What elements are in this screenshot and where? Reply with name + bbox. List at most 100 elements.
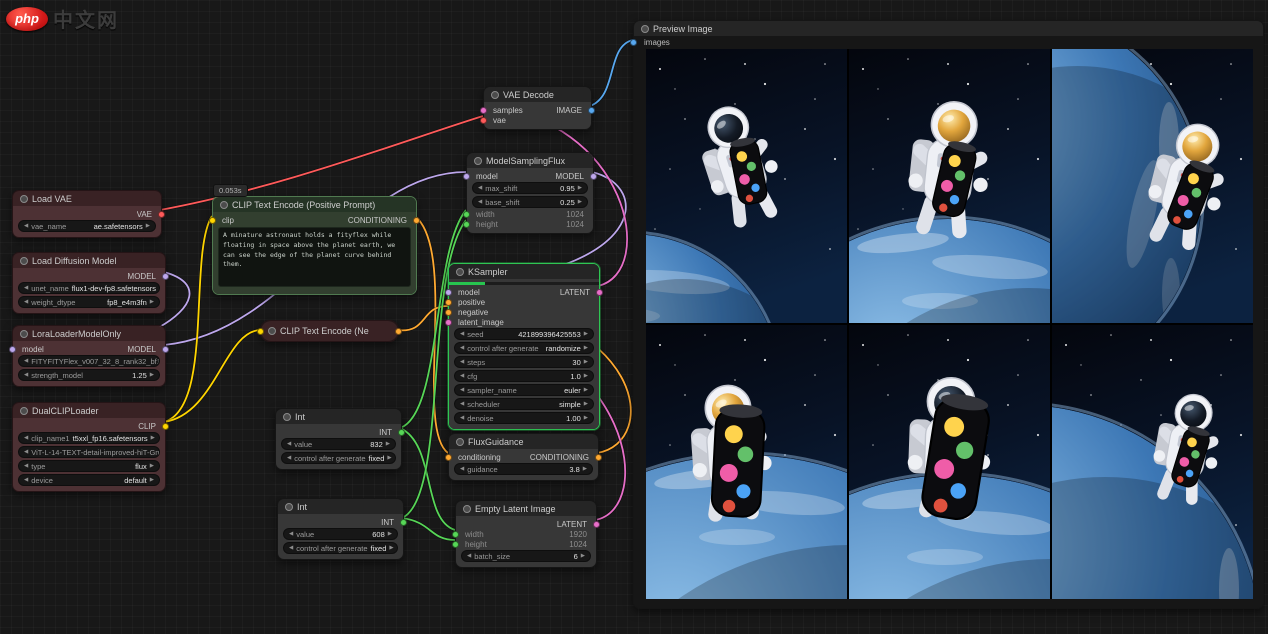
widget-control-after-generate[interactable]: ◀control after generaterandomize▶ [454, 342, 594, 354]
input-port-images[interactable] [630, 39, 637, 46]
decrement-arrow-icon[interactable]: ◀ [24, 449, 28, 455]
increment-arrow-icon[interactable]: ▶ [584, 401, 588, 407]
increment-arrow-icon[interactable]: ▶ [578, 199, 582, 205]
widget-steps[interactable]: ◀steps30▶ [454, 356, 594, 368]
increment-arrow-icon[interactable]: ▶ [387, 455, 391, 461]
increment-arrow-icon[interactable]: ▶ [584, 387, 588, 393]
node-ksampler[interactable]: KSamplermodelLATENTpositivenegativelaten… [448, 263, 600, 430]
decrement-arrow-icon[interactable]: ◀ [24, 285, 28, 291]
collapse-dot-icon[interactable] [220, 201, 228, 209]
collapse-dot-icon[interactable] [456, 438, 464, 446]
widget-guidance[interactable]: ◀guidance3.8▶ [454, 463, 593, 475]
decrement-arrow-icon[interactable]: ◀ [24, 372, 28, 378]
decrement-arrow-icon[interactable]: ◀ [24, 358, 28, 364]
decrement-arrow-icon[interactable]: ◀ [460, 415, 464, 421]
node-graph-canvas[interactable]: php 中文网 Load VAEVAE◀vae_nameae.safetenso… [0, 0, 1268, 634]
increment-arrow-icon[interactable]: ▶ [578, 185, 582, 191]
increment-arrow-icon[interactable]: ▶ [583, 466, 587, 472]
increment-arrow-icon[interactable]: ▶ [150, 372, 154, 378]
node-lora-loader-model-only[interactable]: LoraLoaderModelOnlymodelMODEL◀FITYFITYFl… [12, 325, 166, 387]
widget-control-after-generate[interactable]: ◀control after generatefixed▶ [283, 542, 398, 554]
decrement-arrow-icon[interactable]: ◀ [24, 299, 28, 305]
node-header[interactable]: Int [276, 409, 401, 424]
collapse-dot-icon[interactable] [641, 25, 649, 33]
node-header[interactable]: LoraLoaderModelOnly [13, 326, 165, 341]
increment-arrow-icon[interactable]: ▶ [581, 553, 585, 559]
node-load-vae[interactable]: Load VAEVAE◀vae_nameae.safetensors▶ [12, 190, 162, 238]
decrement-arrow-icon[interactable]: ◀ [24, 463, 28, 469]
widget-batch-size[interactable]: ◀batch_size6▶ [461, 550, 591, 562]
increment-arrow-icon[interactable]: ▶ [584, 331, 588, 337]
increment-arrow-icon[interactable]: ▶ [146, 223, 150, 229]
decrement-arrow-icon[interactable]: ◀ [24, 477, 28, 483]
decrement-arrow-icon[interactable]: ◀ [460, 345, 464, 351]
increment-arrow-icon[interactable]: ▶ [584, 345, 588, 351]
collapse-dot-icon[interactable] [268, 327, 276, 335]
increment-arrow-icon[interactable]: ▶ [150, 299, 154, 305]
widget-clip-name1[interactable]: ◀clip_name1t5xxl_fp16.safetensors▶ [18, 432, 160, 444]
collapse-dot-icon[interactable] [285, 503, 293, 511]
node-flux-guidance[interactable]: FluxGuidanceconditioningCONDITIONING◀gui… [448, 433, 599, 481]
decrement-arrow-icon[interactable]: ◀ [460, 331, 464, 337]
node-clip-text-encode-negative[interactable]: CLIP Text Encode (Ne [260, 320, 399, 342]
increment-arrow-icon[interactable]: ▶ [584, 359, 588, 365]
input-port-height[interactable] [452, 541, 459, 548]
output-port-image[interactable] [588, 107, 595, 114]
node-header[interactable]: DualCLIPLoader [13, 403, 165, 418]
output-port-clip[interactable] [162, 423, 169, 430]
widget-vae-name[interactable]: ◀vae_nameae.safetensors▶ [18, 220, 156, 232]
collapse-dot-icon[interactable] [491, 91, 499, 99]
increment-arrow-icon[interactable]: ▶ [388, 531, 392, 537]
input-port-model[interactable] [9, 346, 16, 353]
collapse-dot-icon[interactable] [463, 505, 471, 513]
collapse-dot-icon[interactable] [20, 195, 28, 203]
widget-vit-l-14-text-detail-improved-hit-gmp-[interactable]: ◀ViT-L-14-TEXT-detail-improved-hiT-GmP-.… [18, 446, 160, 458]
output-port-int[interactable] [400, 519, 407, 526]
node-vae-decode[interactable]: VAE DecodesamplesIMAGEvae [483, 86, 592, 130]
widget-strength-model[interactable]: ◀strength_model1.25▶ [18, 369, 160, 381]
node-header[interactable]: Int [278, 499, 403, 514]
decrement-arrow-icon[interactable]: ◀ [478, 185, 482, 191]
node-header[interactable]: Load VAE [13, 191, 161, 206]
node-clip-text-encode-positive[interactable]: 0.053sCLIP Text Encode (Positive Prompt)… [212, 196, 417, 295]
decrement-arrow-icon[interactable]: ◀ [478, 199, 482, 205]
collapse-dot-icon[interactable] [456, 268, 464, 276]
output-port-model[interactable] [162, 273, 169, 280]
node-header[interactable]: Empty Latent Image [456, 501, 596, 516]
node-preview-image[interactable]: Preview Imageimages [633, 20, 1264, 609]
decrement-arrow-icon[interactable]: ◀ [460, 359, 464, 365]
input-port-clip[interactable] [257, 328, 264, 335]
output-port-model[interactable] [590, 173, 597, 180]
input-port-conditioning[interactable] [445, 454, 452, 461]
output-port-int[interactable] [398, 429, 405, 436]
decrement-arrow-icon[interactable]: ◀ [24, 223, 28, 229]
increment-arrow-icon[interactable]: ▶ [159, 285, 160, 291]
node-header[interactable]: CLIP Text Encode (Positive Prompt) [213, 197, 416, 212]
node-model-sampling-flux[interactable]: ModelSamplingFluxmodelMODEL◀max_shift0.9… [466, 152, 594, 234]
node-header[interactable]: CLIP Text Encode (Ne [261, 321, 398, 341]
decrement-arrow-icon[interactable]: ◀ [460, 387, 464, 393]
node-dual-clip-loader[interactable]: DualCLIPLoaderCLIP◀clip_name1t5xxl_fp16.… [12, 402, 166, 492]
decrement-arrow-icon[interactable]: ◀ [287, 441, 291, 447]
node-header[interactable]: Load Diffusion Model [13, 253, 165, 268]
increment-arrow-icon[interactable]: ▶ [584, 415, 588, 421]
widget-weight-dtype[interactable]: ◀weight_dtypefp8_e4m3fn▶ [18, 296, 160, 308]
widget-sampler-name[interactable]: ◀sampler_nameeuler▶ [454, 384, 594, 396]
output-port-latent[interactable] [596, 289, 603, 296]
widget-cfg[interactable]: ◀cfg1.0▶ [454, 370, 594, 382]
node-header[interactable]: FluxGuidance [449, 434, 598, 449]
node-empty-latent-image[interactable]: Empty Latent ImageLATENTwidth1920height1… [455, 500, 597, 568]
widget-value[interactable]: ◀value832▶ [281, 438, 396, 450]
collapse-dot-icon[interactable] [283, 413, 291, 421]
input-port-height[interactable] [463, 221, 470, 228]
widget-base-shift[interactable]: ◀base_shift0.25▶ [472, 196, 588, 208]
output-port-vae[interactable] [158, 211, 165, 218]
node-header[interactable]: Preview Image [634, 21, 1263, 36]
output-port-conditioning[interactable] [413, 217, 420, 224]
input-port-clip[interactable] [209, 217, 216, 224]
widget-type[interactable]: ◀typeflux▶ [18, 460, 160, 472]
input-port-vae[interactable] [480, 117, 487, 124]
decrement-arrow-icon[interactable]: ◀ [460, 466, 464, 472]
node-int-height[interactable]: IntINT◀value608▶◀control after generatef… [277, 498, 404, 560]
decrement-arrow-icon[interactable]: ◀ [289, 545, 293, 551]
